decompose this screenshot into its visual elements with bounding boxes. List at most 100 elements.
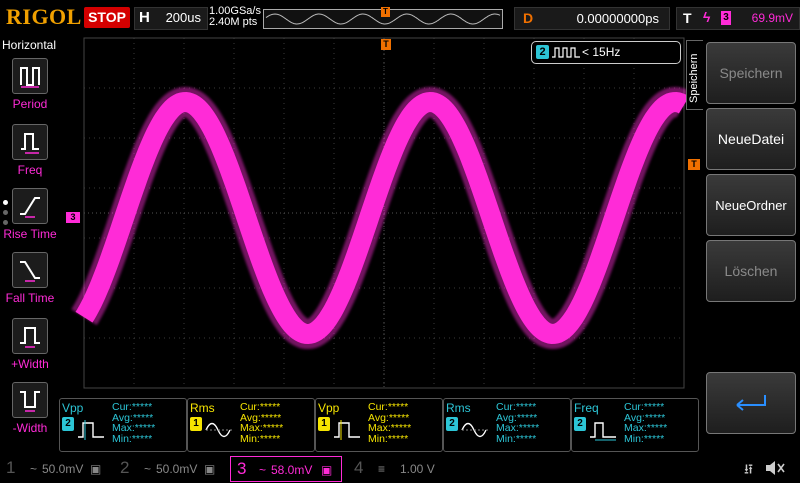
- stat-min: Min:*****: [624, 432, 665, 445]
- stat-max: Max:*****: [624, 422, 668, 434]
- delay-indicator[interactable]: D 0.00000000ps: [514, 7, 670, 30]
- coupling-icon: ~: [259, 463, 267, 477]
- channel-number: 2: [120, 458, 130, 477]
- channel-4-status[interactable]: 4 ≡ 1.00 V: [348, 456, 460, 480]
- acquisition-info: 1.00GSa/s 2.40M pts: [209, 6, 261, 28]
- trigger-key: T: [683, 10, 692, 26]
- rise-time-label: Rise Time: [3, 227, 57, 241]
- trigger-level-marker[interactable]: T: [688, 159, 700, 170]
- stat-min: Min:*****: [368, 432, 409, 445]
- timebase-value: 200us: [165, 10, 201, 25]
- stat-max: Max:*****: [368, 422, 412, 434]
- channel-1-status[interactable]: 1 ~ 50.0mV ▣: [0, 456, 112, 480]
- stat-cur: Cur:*****: [496, 401, 537, 413]
- measure-rise-time-button[interactable]: Rise Time: [0, 188, 60, 241]
- channel-number: 3: [237, 459, 247, 478]
- stat-cur: Cur:*****: [240, 401, 281, 413]
- coupling-icon: ~: [144, 462, 152, 476]
- stat-max: Max:*****: [240, 422, 284, 434]
- stat-max: Max:*****: [496, 422, 540, 434]
- pulse-train-icon: [552, 47, 580, 58]
- negative-width-label: -Width: [12, 421, 48, 435]
- stat-cur: Cur:*****: [112, 401, 153, 413]
- negative-width-icon: [12, 382, 48, 418]
- positive-width-icon: [12, 318, 48, 354]
- stat-max: Max:*****: [112, 422, 156, 434]
- measurement-name: Vpp: [318, 401, 340, 415]
- measurement-name: Rms: [190, 401, 215, 415]
- measurement-stats: Cur:***** Avg:***** Max:***** Min:*****: [240, 402, 283, 444]
- measurement-name: Freq: [574, 401, 599, 415]
- measurement-freq-ch2[interactable]: Freq 2 Cur:***** Avg:***** Max:***** Min…: [571, 398, 699, 452]
- measure-positive-width-button[interactable]: +Width: [0, 318, 60, 371]
- counter-source-badge: 2: [536, 45, 549, 59]
- frequency-icon: [12, 124, 48, 160]
- measurement-vpp-ch1[interactable]: Vpp 1 Cur:***** Avg:***** Max:***** Min:…: [315, 398, 443, 452]
- freq-label: Freq: [17, 163, 43, 177]
- channel-2-status[interactable]: 2 ~ 50.0mV ▣: [114, 456, 226, 480]
- measure-fall-time-button[interactable]: Fall Time: [0, 252, 60, 305]
- measure-frequency-button[interactable]: Freq: [0, 124, 60, 177]
- measure-period-button[interactable]: Period: [0, 58, 60, 111]
- measurement-source-badge: 2: [62, 417, 74, 431]
- rms-sine-icon: [205, 422, 234, 438]
- save-button[interactable]: Speichern: [706, 42, 796, 104]
- measurement-stats: Cur:***** Avg:***** Max:***** Min:*****: [368, 402, 411, 444]
- bandwidth-icon: ▣: [204, 462, 216, 476]
- speaker-muted-icon[interactable]: [764, 459, 786, 477]
- measurement-rms-ch2[interactable]: Rms 2 Cur:***** Avg:***** Max:***** Min:…: [443, 398, 571, 452]
- channel-number: 4: [354, 458, 364, 477]
- trigger-indicator[interactable]: T ϟ 3 69.9mV: [676, 7, 800, 30]
- measurement-stats: Cur:***** Avg:***** Max:***** Min:*****: [624, 402, 667, 444]
- delete-button[interactable]: Löschen: [706, 240, 796, 302]
- channel-scale: 1.00 V: [400, 462, 435, 476]
- delay-value: 0.00000000ps: [576, 11, 659, 26]
- positive-width-label: +Width: [11, 357, 49, 371]
- run-stop-button[interactable]: STOP: [84, 7, 130, 28]
- vpp-waveform-icon: [334, 420, 360, 440]
- rise-time-icon: [12, 188, 48, 224]
- measurement-name: Vpp: [62, 401, 84, 415]
- menu-tab-label: Speichern: [688, 53, 700, 103]
- period-label: Period: [12, 97, 48, 111]
- measurement-source-badge: 2: [574, 417, 586, 431]
- memory-trigger-marker: T: [381, 7, 390, 17]
- trigger-position-marker[interactable]: T: [381, 39, 391, 50]
- channel-scale: 50.0mV: [156, 462, 198, 476]
- measurement-stats: Cur:***** Avg:***** Max:***** Min:*****: [496, 402, 539, 444]
- rms-sine-icon: [461, 422, 490, 438]
- measurement-vpp-ch2[interactable]: Vpp 2 Cur:***** Avg:***** Max:***** Min:…: [59, 398, 187, 452]
- menu-tab[interactable]: Speichern: [686, 40, 703, 110]
- coupling-icon: ~: [30, 462, 38, 476]
- delay-key: D: [523, 10, 534, 26]
- new-file-button[interactable]: NeueDatei: [706, 108, 796, 170]
- measure-negative-width-button[interactable]: -Width: [0, 382, 60, 435]
- brand-logo: RIGOL: [6, 4, 82, 29]
- memory-depth: 2.40M pts: [209, 16, 258, 28]
- stat-min: Min:*****: [112, 432, 153, 445]
- new-folder-button[interactable]: NeueOrdner: [706, 174, 796, 236]
- counter-value: < 15Hz: [582, 45, 621, 59]
- rising-edge-icon: ϟ: [703, 9, 711, 25]
- timebase-indicator[interactable]: H 200us: [134, 7, 208, 30]
- return-arrow-icon: [736, 395, 766, 411]
- frequency-icon: [590, 422, 616, 441]
- timebase-key: H: [139, 9, 150, 26]
- measurement-rms-ch1[interactable]: Rms 1 Cur:***** Avg:***** Max:***** Min:…: [187, 398, 315, 452]
- vpp-waveform-icon: [78, 420, 104, 440]
- coupling-icon: ≡: [378, 462, 386, 476]
- measurement-name: Rms: [446, 401, 471, 415]
- channel-number: 1: [6, 458, 16, 477]
- channel-scale: 58.0mV: [271, 463, 313, 477]
- fall-time-icon: [12, 252, 48, 288]
- waveform-display[interactable]: [60, 36, 702, 396]
- bandwidth-icon: ▣: [90, 462, 102, 476]
- return-button[interactable]: [706, 372, 796, 434]
- menu-title: Horizontal: [2, 38, 57, 52]
- period-icon: [12, 58, 48, 94]
- measurement-source-badge: 1: [318, 417, 330, 431]
- channel-3-status[interactable]: 3 ~ 58.0mV ▣: [230, 456, 342, 482]
- stat-cur: Cur:*****: [624, 401, 665, 413]
- channel-scale: 50.0mV: [42, 462, 84, 476]
- ch3-offset-marker[interactable]: 3: [66, 212, 80, 223]
